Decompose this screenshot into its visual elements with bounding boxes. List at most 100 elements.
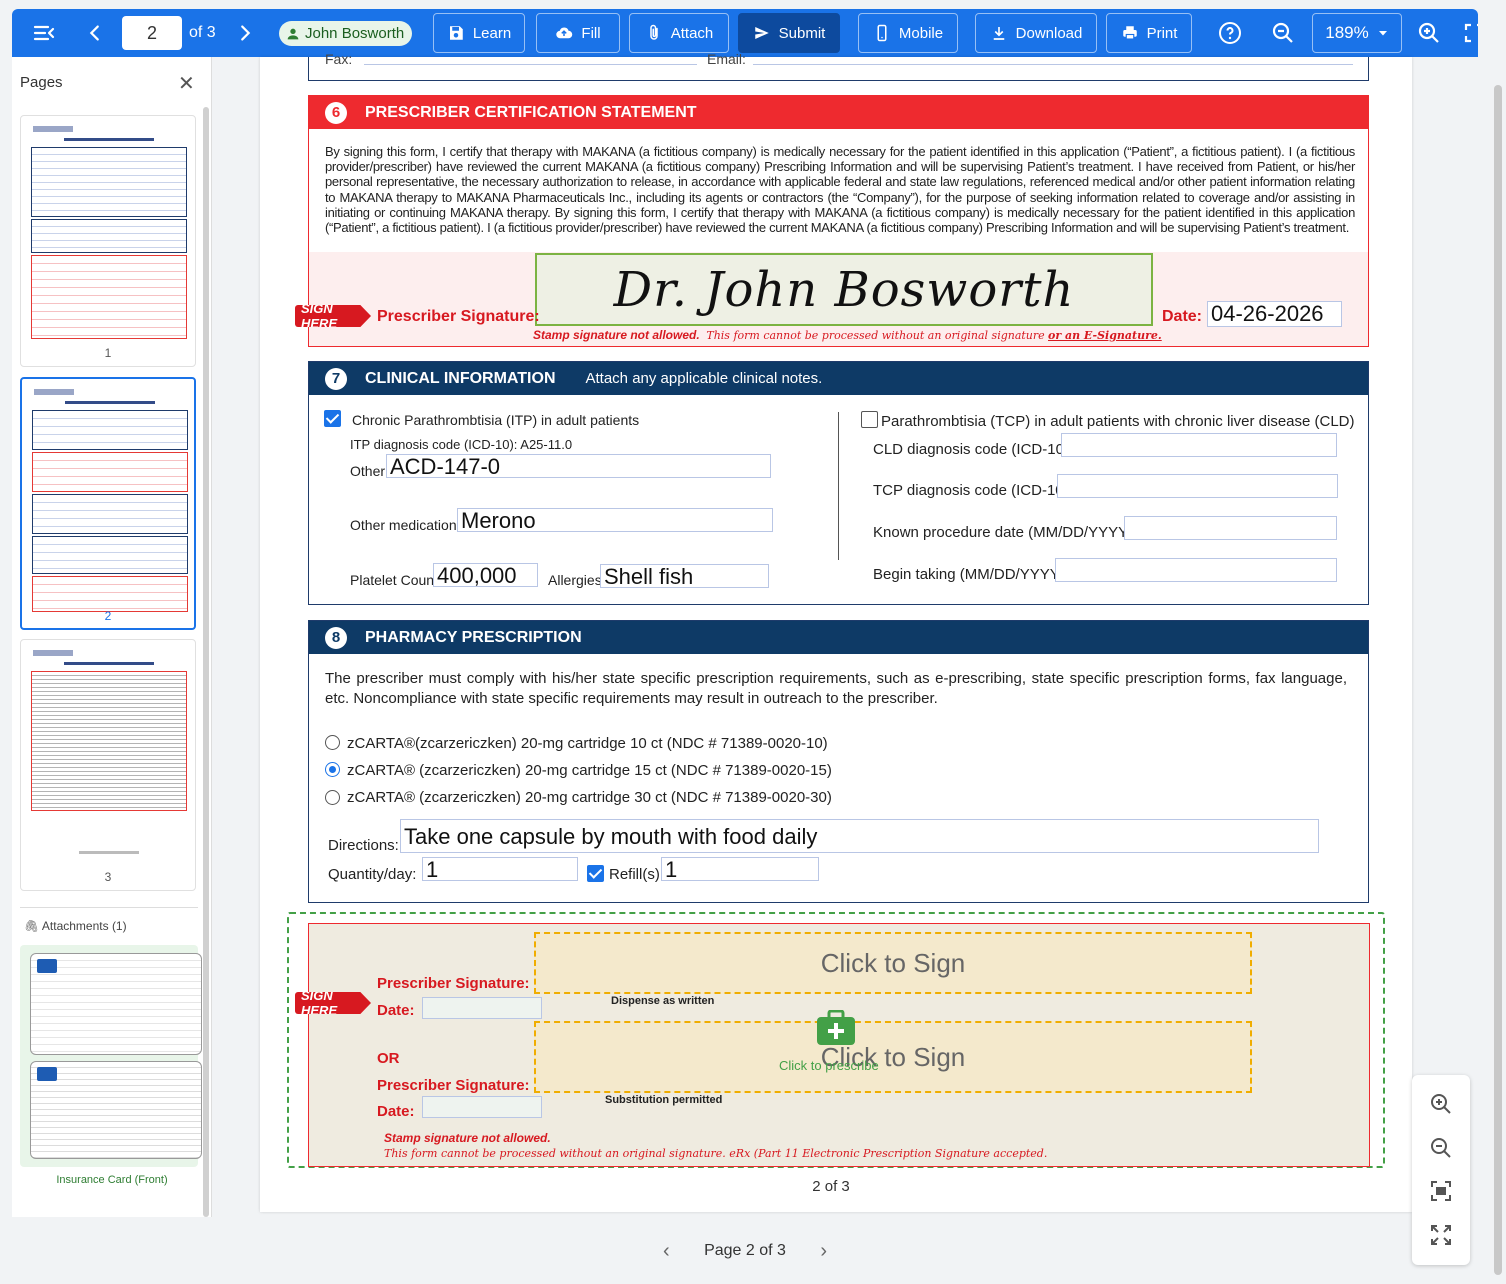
fill-button[interactable]: Fill bbox=[536, 13, 620, 53]
attachment-item[interactable] bbox=[20, 945, 202, 1167]
caret-down-icon bbox=[1378, 31, 1387, 36]
prev-page-icon[interactable] bbox=[84, 22, 106, 44]
section-header: 8 PHARMACY PRESCRIPTION bbox=[309, 621, 1368, 654]
platelet-count-label: Platelet Count: bbox=[350, 572, 442, 588]
directions-label: Directions: bbox=[328, 837, 399, 854]
pages-sidebar: Pages ✕ 1 2 3 🖇 Attachments (1) Insuranc… bbox=[12, 57, 212, 1217]
medical-kit-icon[interactable] bbox=[816, 1009, 856, 1046]
paperclip-icon: 🖇 bbox=[24, 919, 40, 933]
sidebar-scrollbar[interactable] bbox=[203, 107, 209, 1217]
procedure-date-field[interactable] bbox=[1124, 516, 1337, 540]
click-to-prescribe[interactable]: Click to prescribe bbox=[779, 1058, 879, 1073]
option-30ct-radio[interactable] bbox=[325, 790, 340, 805]
allergies-label: Allergies: bbox=[548, 572, 606, 588]
page-number-input[interactable]: 2 bbox=[122, 16, 182, 50]
page-indicator: Page 2 of 3 bbox=[704, 1242, 786, 1259]
date-field[interactable]: 04-26-2026 bbox=[1207, 301, 1342, 327]
divider bbox=[20, 907, 198, 908]
next-page-icon[interactable]: › bbox=[820, 1240, 827, 1263]
mobile-button[interactable]: Mobile bbox=[858, 13, 958, 53]
close-icon[interactable]: ✕ bbox=[178, 71, 195, 96]
user-chip[interactable]: John Bosworth bbox=[279, 21, 413, 46]
date-field-2[interactable] bbox=[422, 1096, 542, 1118]
email-field[interactable] bbox=[753, 59, 1353, 65]
tcp-checkbox[interactable] bbox=[861, 411, 878, 428]
page-thumbnail-1[interactable]: 1 bbox=[20, 115, 196, 367]
zoom-in-icon[interactable] bbox=[1429, 1092, 1453, 1116]
viewer-scrollbar[interactable] bbox=[1494, 85, 1502, 1275]
section-pharmacy-prescription: 8 PHARMACY PRESCRIPTION The prescriber m… bbox=[308, 620, 1369, 903]
option-10ct-radio[interactable] bbox=[325, 735, 340, 750]
fullscreen-icon[interactable] bbox=[1462, 21, 1478, 45]
insurance-card-back bbox=[30, 1061, 202, 1159]
user-name: John Bosworth bbox=[305, 25, 405, 42]
quantity-label: Quantity/day: bbox=[328, 866, 417, 883]
date-field-1[interactable] bbox=[422, 997, 542, 1019]
section-header: 6 PRESCRIBER CERTIFICATION STATEMENT bbox=[309, 96, 1368, 129]
fax-field[interactable] bbox=[364, 59, 697, 65]
insurance-card-front bbox=[30, 953, 202, 1055]
zoom-out-icon[interactable] bbox=[1429, 1136, 1453, 1160]
date-label-1: Date: bbox=[377, 1002, 415, 1019]
itp-checkbox[interactable] bbox=[324, 410, 341, 427]
email-label: Email: bbox=[707, 51, 746, 67]
tcp-code-field[interactable] bbox=[1057, 474, 1338, 498]
submit-button[interactable]: Submit bbox=[738, 13, 840, 53]
cld-code-field[interactable] bbox=[1061, 433, 1337, 457]
other-field[interactable]: ACD-147-0 bbox=[386, 454, 771, 478]
click-to-sign-box-2[interactable]: Click to Sign bbox=[534, 1021, 1252, 1093]
fax-label: Fax: bbox=[325, 51, 353, 67]
print-button[interactable]: Print bbox=[1106, 13, 1192, 53]
next-page-icon[interactable] bbox=[234, 22, 256, 44]
option-10ct-label: zCARTA®(zcarzericzken) 20-mg cartridge 1… bbox=[347, 735, 828, 752]
download-button[interactable]: Download bbox=[975, 13, 1097, 53]
platelet-count-field[interactable]: 400,000 bbox=[433, 563, 538, 587]
help-icon[interactable] bbox=[1218, 21, 1242, 45]
sign-here-tag-2: SIGN HERE bbox=[295, 992, 371, 1014]
refills-label: Refill(s): bbox=[609, 866, 664, 883]
quantity-field[interactable]: 1 bbox=[422, 857, 578, 881]
prescriber-signature-block: Prescriber Signature: Date: Click to Sig… bbox=[308, 923, 1370, 1167]
option-15ct-radio[interactable] bbox=[325, 762, 340, 777]
thumbnail-preview bbox=[30, 385, 190, 612]
page-thumbnail-2[interactable]: 2 bbox=[20, 377, 196, 630]
prev-page-icon[interactable]: ‹ bbox=[663, 1240, 670, 1263]
bcbs-logo-icon bbox=[37, 959, 57, 973]
option-30ct-label: zCARTA® (zcarzericzken) 20-mg cartridge … bbox=[347, 789, 832, 806]
send-icon bbox=[754, 27, 769, 39]
refills-checkbox[interactable] bbox=[587, 865, 604, 882]
bcbs-logo-icon bbox=[37, 1067, 57, 1081]
begin-taking-field[interactable] bbox=[1055, 558, 1337, 582]
stamp-note: Stamp signature not allowed. This form c… bbox=[533, 328, 1162, 342]
substitution-note: Substitution permitted bbox=[605, 1094, 723, 1106]
thumbnail-preview bbox=[29, 646, 189, 866]
zoom-select[interactable]: 189% bbox=[1312, 13, 1402, 53]
other-medications-field[interactable]: Merono bbox=[457, 508, 773, 532]
signature-box[interactable]: Dr. John Bosworth bbox=[535, 253, 1153, 326]
sidebar-toggle-icon[interactable] bbox=[32, 21, 56, 45]
learn-button[interactable]: Learn bbox=[433, 13, 525, 53]
certification-text: By signing this form, I certify that the… bbox=[325, 144, 1355, 236]
tcp-code-label: TCP diagnosis code (ICD-10): bbox=[873, 482, 1073, 499]
dispense-note: Dispense as written bbox=[611, 995, 715, 1007]
other-label: Other: bbox=[350, 463, 389, 479]
begin-taking-label: Begin taking (MM/DD/YYYY): bbox=[873, 566, 1069, 583]
pages-title: Pages bbox=[20, 74, 63, 91]
section-prescriber-certification: 6 PRESCRIBER CERTIFICATION STATEMENT By … bbox=[308, 95, 1369, 347]
document-page: Fax: Email: 6 PRESCRIBER CERTIFICATION S… bbox=[260, 51, 1412, 1212]
zoom-panel bbox=[1412, 1075, 1470, 1265]
or-label: OR bbox=[377, 1050, 400, 1067]
fit-page-icon[interactable] bbox=[1429, 1179, 1453, 1203]
refills-field[interactable]: 1 bbox=[661, 857, 819, 881]
attach-button[interactable]: Attach bbox=[629, 13, 729, 53]
directions-field[interactable]: Take one capsule by mouth with food dail… bbox=[400, 819, 1319, 853]
user-icon bbox=[287, 28, 299, 39]
zoom-in-icon[interactable] bbox=[1417, 21, 1441, 45]
date-label: Date: bbox=[1162, 308, 1203, 325]
page-thumbnail-3[interactable]: 3 bbox=[20, 639, 196, 891]
click-to-sign-box-1[interactable]: Click to Sign bbox=[534, 932, 1252, 994]
erx-note: This form cannot be processed without an… bbox=[384, 1147, 1048, 1160]
zoom-out-icon[interactable] bbox=[1271, 21, 1295, 45]
procedure-date-label: Known procedure date (MM/DD/YYYY): bbox=[873, 524, 1138, 541]
allergies-field[interactable]: Shell fish bbox=[600, 564, 769, 588]
